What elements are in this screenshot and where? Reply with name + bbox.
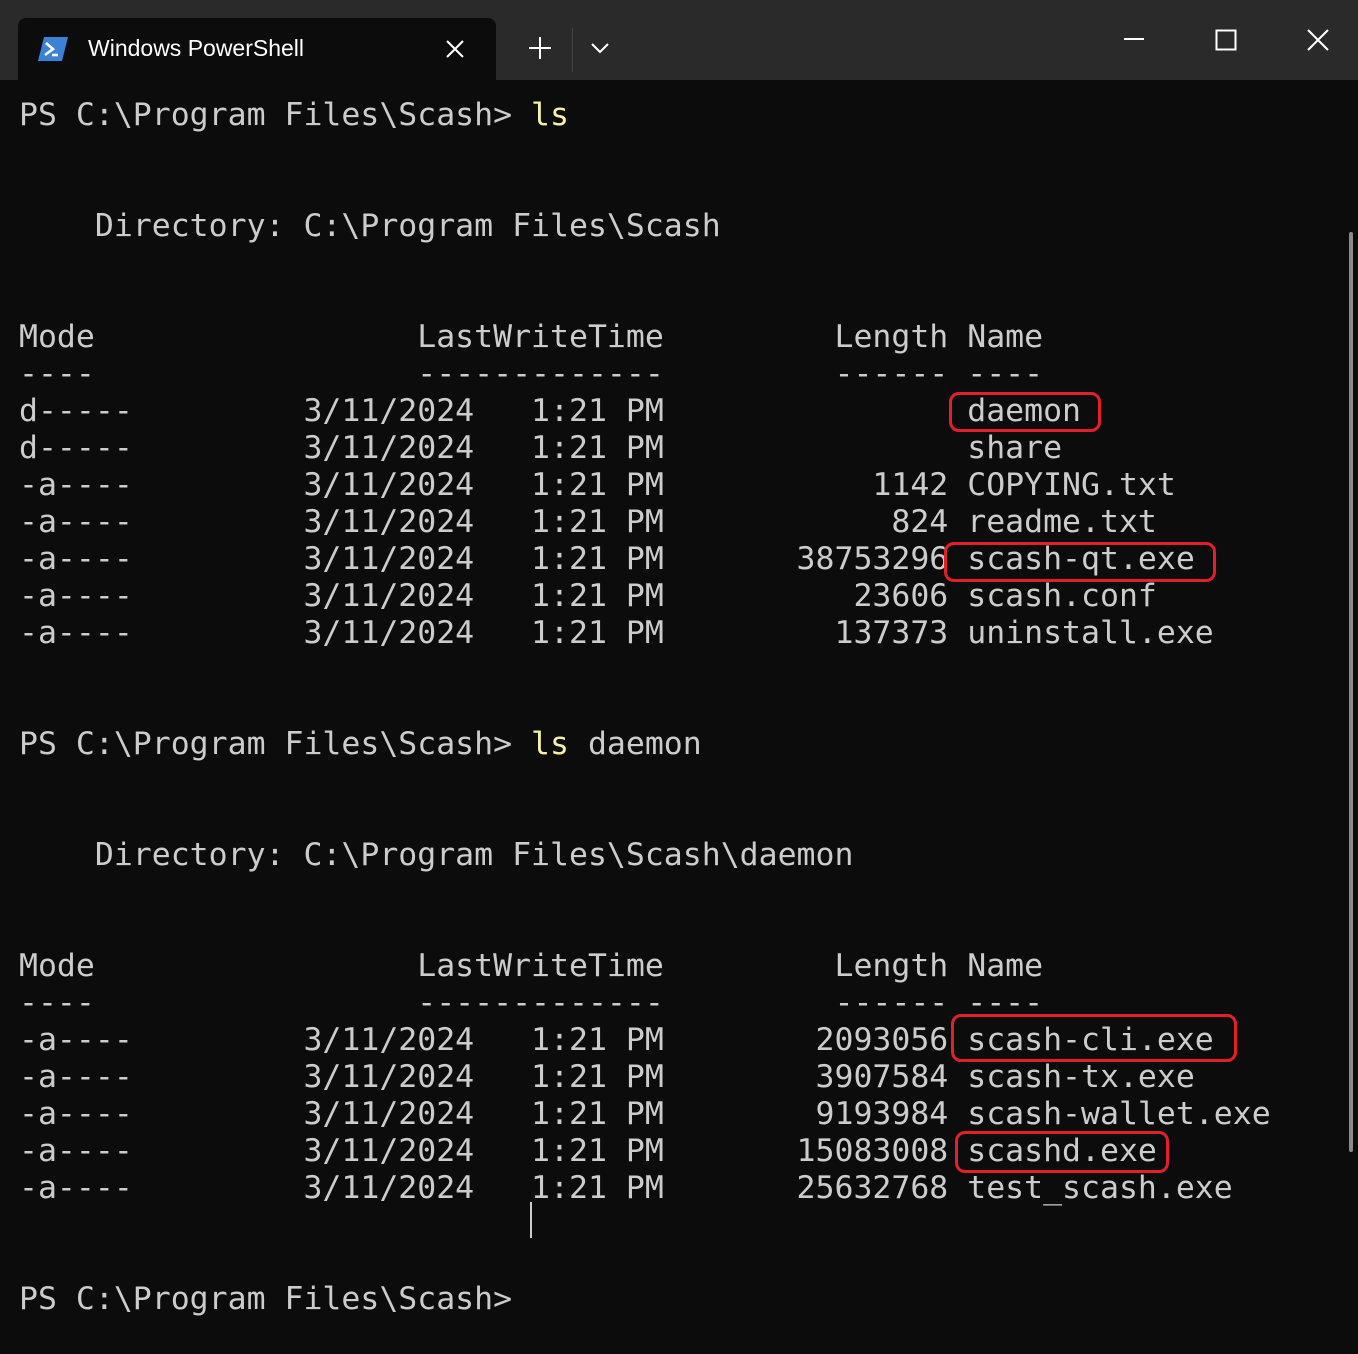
output-line: -a---- 3/11/2024 1:21 PM 824 readme.txt <box>19 504 1157 540</box>
tab-title: Windows PowerShell <box>88 35 305 61</box>
prompt: PS C:\Program Files\Scash> <box>19 726 532 762</box>
output-line: Mode LastWriteTime Length Name <box>19 948 1044 984</box>
prompt-line: PS C:\Program Files\Scash> ls daemon <box>19 726 702 763</box>
output-line: -a---- 3/11/2024 1:21 PM 3907584 scash-t… <box>19 1059 1195 1095</box>
plus-icon[interactable] <box>524 32 556 64</box>
minimize-icon[interactable] <box>1111 18 1157 64</box>
output-line: -a---- 3/11/2024 1:21 PM 2093056 scash-c… <box>19 1022 1214 1058</box>
close-icon[interactable] <box>1295 18 1341 64</box>
prompt: PS C:\Program Files\Scash> <box>19 97 532 133</box>
output-line: Mode LastWriteTime Length Name <box>19 319 1044 355</box>
output-line: d----- 3/11/2024 1:21 PM daemon <box>19 393 1082 429</box>
output-line: ---- ------------- ------ ---- <box>19 356 1044 392</box>
tab-powershell[interactable]: Windows PowerShell <box>18 18 496 80</box>
output-line: -a---- 3/11/2024 1:21 PM 9193984 scash-w… <box>19 1096 1271 1132</box>
title-bar: Windows PowerShell <box>0 0 1358 80</box>
maximize-icon[interactable] <box>1203 18 1249 64</box>
tab-separator <box>572 28 573 72</box>
text-cursor <box>530 1202 532 1238</box>
scrollbar[interactable] <box>1349 232 1353 1152</box>
output-line: d----- 3/11/2024 1:21 PM share <box>19 430 1063 466</box>
output-line: Directory: C:\Program Files\Scash <box>19 208 721 244</box>
output-line: -a---- 3/11/2024 1:21 PM 137373 uninstal… <box>19 615 1214 651</box>
output-line: -a---- 3/11/2024 1:21 PM 25632768 test_s… <box>19 1170 1233 1206</box>
command-argument: daemon <box>568 726 702 762</box>
command: ls <box>531 97 569 133</box>
powershell-icon <box>38 37 68 61</box>
output-line: -a---- 3/11/2024 1:21 PM 23606 scash.con… <box>19 578 1157 614</box>
chevron-down-icon[interactable] <box>586 34 614 62</box>
close-icon[interactable] <box>444 38 466 60</box>
output-line: Directory: C:\Program Files\Scash\daemon <box>19 837 854 873</box>
output-line: -a---- 3/11/2024 1:21 PM 1142 COPYING.tx… <box>19 467 1176 503</box>
prompt-line: PS C:\Program Files\Scash> <box>19 1281 531 1318</box>
output-line: ---- ------------- ------ ---- <box>19 985 1044 1021</box>
prompt-line: PS C:\Program Files\Scash> ls <box>19 97 569 134</box>
prompt: PS C:\Program Files\Scash> <box>19 1281 532 1317</box>
command: ls <box>531 726 569 762</box>
output-line: -a---- 3/11/2024 1:21 PM 38753296 scash-… <box>19 541 1195 577</box>
output-line: -a---- 3/11/2024 1:21 PM 15083008 scashd… <box>19 1133 1157 1169</box>
